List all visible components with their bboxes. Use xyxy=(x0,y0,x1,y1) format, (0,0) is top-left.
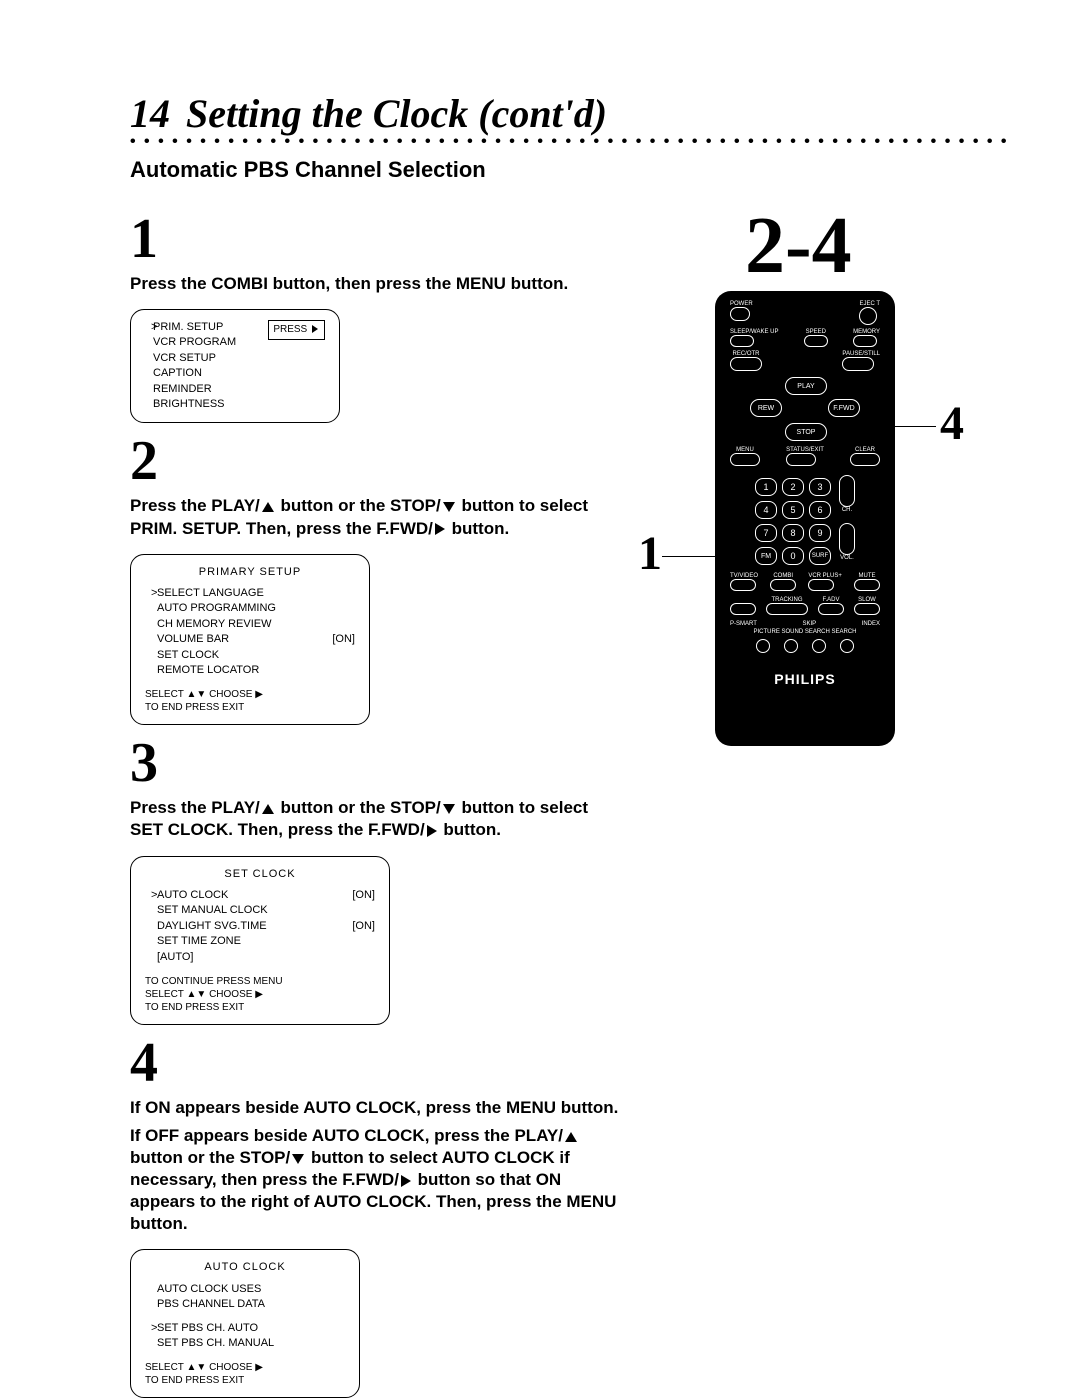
right-triangle-icon xyxy=(435,523,445,535)
remote-stop-button: STOP xyxy=(785,423,827,441)
osd1-item: BRIGHTNESS xyxy=(153,397,264,412)
osd1-item: PRIM. SETUP xyxy=(153,320,264,335)
right-triangle-icon xyxy=(427,825,437,837)
leader-line-4 xyxy=(888,426,936,427)
remote-power-button xyxy=(730,307,750,321)
osd2-header: PRIMARY SETUP xyxy=(145,565,355,580)
step-4-text-2: If OFF appears beside AUTO CLOCK, press … xyxy=(130,1125,620,1235)
remote-ffwd-button: F.FWD xyxy=(828,399,860,417)
osd1-item: REMINDER xyxy=(153,382,264,397)
down-triangle-icon xyxy=(292,1154,304,1164)
remote-illustration: POWER EJEC T SLEEP/WAKE UP SPEED MEMORY … xyxy=(715,291,895,746)
brand-logo: PHILIPS xyxy=(774,671,835,687)
page-number: 14 xyxy=(130,91,170,136)
up-triangle-icon xyxy=(565,1132,577,1142)
osd-screen-2: PRIMARY SETUP SELECT LANGUAGE AUTO PROGR… xyxy=(130,554,370,726)
osd1-item: VCR PROGRAM xyxy=(153,335,264,350)
osd1-press-box: PRESS xyxy=(268,320,325,340)
big-step-range: 2-4 xyxy=(745,201,852,292)
step-2-text: Press the PLAY/ button or the STOP/ butt… xyxy=(130,495,620,539)
step-3-number: 3 xyxy=(130,735,620,791)
osd1-item: VCR SETUP xyxy=(153,351,264,366)
remote-menu-button xyxy=(730,453,760,466)
down-triangle-icon xyxy=(443,804,455,814)
step-1-text: Press the COMBI button, then press the M… xyxy=(130,273,620,295)
callout-1: 1 xyxy=(638,526,662,581)
osd-screen-4: AUTO CLOCK AUTO CLOCK USES PBS CHANNEL D… xyxy=(130,1249,360,1398)
osd1-item: CAPTION xyxy=(153,366,264,381)
remote-play-button: PLAY xyxy=(785,377,827,395)
step-3-text: Press the PLAY/ button or the STOP/ butt… xyxy=(130,797,620,841)
right-triangle-icon xyxy=(401,1175,411,1187)
left-column: 1 Press the COMBI button, then press the… xyxy=(130,201,620,1398)
step-1-number: 1 xyxy=(130,211,620,267)
osd4-header: AUTO CLOCK xyxy=(145,1260,345,1275)
down-triangle-icon xyxy=(443,502,455,512)
leader-line-1 xyxy=(662,556,718,557)
remote-rew-button: REW xyxy=(750,399,782,417)
step-4-number: 4 xyxy=(130,1035,620,1091)
osd-screen-3: SET CLOCK AUTO CLOCK[ON] SET MANUAL CLOC… xyxy=(130,856,390,1025)
remote-numpad: 123 456 789 FM0SURF xyxy=(755,478,831,565)
step-2-number: 2 xyxy=(130,433,620,489)
step-4-text-1: If ON appears beside AUTO CLOCK, press t… xyxy=(130,1097,620,1119)
remote-eject-button xyxy=(859,307,877,325)
up-triangle-icon xyxy=(262,502,274,512)
right-column: 2-4 1 4 POWER EJEC T SLEEP/WAKE UP SPEED xyxy=(620,201,1010,1398)
page-title: Setting the Clock (cont'd) xyxy=(186,91,607,136)
section-subtitle: Automatic PBS Channel Selection xyxy=(130,157,1010,183)
remote-combi-button xyxy=(770,579,796,591)
up-triangle-icon xyxy=(262,804,274,814)
divider-dots: • • • • • • • • • • • • • • • • • • • • … xyxy=(130,133,1010,151)
callout-4: 4 xyxy=(940,396,964,451)
osd-screen-1: PRIM. SETUP VCR PROGRAM VCR SETUP CAPTIO… xyxy=(130,309,340,423)
osd3-header: SET CLOCK xyxy=(145,867,375,882)
